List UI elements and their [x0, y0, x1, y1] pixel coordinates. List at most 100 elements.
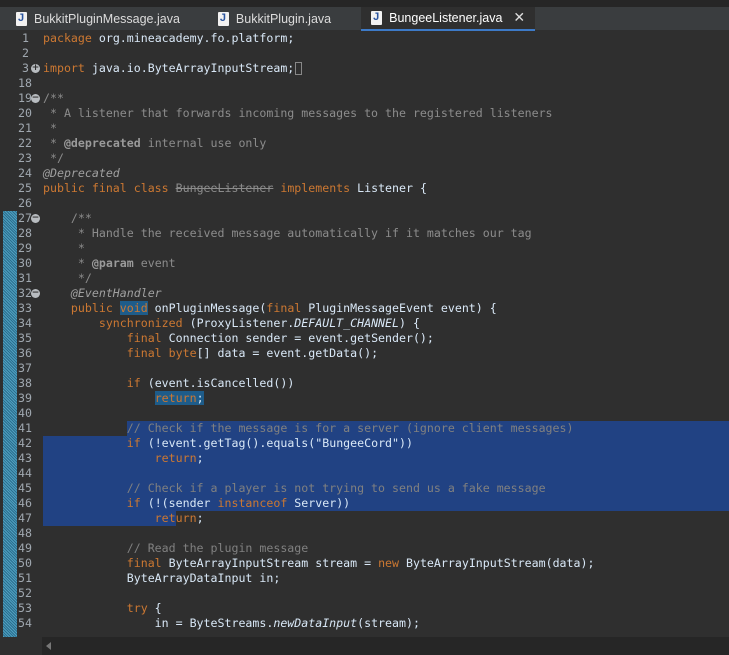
- code-token: newDataInput: [273, 616, 358, 630]
- code-line[interactable]: 30 * @param event: [0, 256, 729, 271]
- code-line[interactable]: 1 package org.mineacademy.fo.platform;: [0, 31, 729, 46]
- code-line[interactable]: 50 final ByteArrayInputStream stream = n…: [0, 556, 729, 571]
- code-line[interactable]: 27− /**: [0, 211, 729, 226]
- code-line[interactable]: 53 try {: [0, 601, 729, 616]
- close-tab-icon[interactable]: ✕: [513, 10, 525, 26]
- code-text: *: [43, 241, 85, 256]
- code-line[interactable]: 21 *: [0, 121, 729, 136]
- code-line[interactable]: 38 if (event.isCancelled()): [0, 376, 729, 391]
- code-line[interactable]: 23 */: [0, 151, 729, 166]
- code-line[interactable]: 44: [0, 466, 729, 481]
- editor-tab-bar: BukkitPluginMessage.java BukkitPlugin.ja…: [0, 7, 729, 31]
- code-line[interactable]: 52: [0, 586, 729, 601]
- code-line[interactable]: 39 return;: [0, 391, 729, 406]
- code-token: *: [43, 136, 64, 150]
- tab-label: BukkitPlugin.java: [235, 12, 332, 26]
- code-line[interactable]: 29 *: [0, 241, 729, 256]
- line-number: 31: [18, 271, 32, 285]
- line-number: 49: [18, 541, 32, 555]
- code-token: *: [43, 256, 92, 270]
- code-token: *: [43, 121, 57, 135]
- code-line[interactable]: 24 @Deprecated: [0, 166, 729, 181]
- code-token: java.io.ByteArrayInputStream;: [84, 61, 295, 75]
- code-line[interactable]: 36 final byte[] data = event.getData();: [0, 346, 729, 361]
- line-number: 22: [18, 136, 32, 150]
- tab-bungeelistener[interactable]: BungeeListener.java ✕: [361, 7, 536, 31]
- code-token: implements: [273, 181, 358, 195]
- code-line[interactable]: 20 * A listener that forwards incoming m…: [0, 106, 729, 121]
- line-number: 53: [18, 601, 32, 615]
- code-line[interactable]: 35 final Connection sender = event.getSe…: [0, 331, 729, 346]
- code-token: Connection sender = event.getSender();: [161, 331, 434, 345]
- line-number: 20: [18, 106, 32, 120]
- code-line[interactable]: 34 synchronized (ProxyListener.DEFAULT_C…: [0, 316, 729, 331]
- code-line[interactable]: 37: [0, 361, 729, 376]
- line-number: 54: [18, 616, 32, 630]
- code-line[interactable]: 3 + import java.io.ByteArrayInputStream;: [0, 61, 729, 76]
- line-number: 45: [18, 481, 32, 495]
- code-line[interactable]: 54 in = ByteStreams.newDataInput(stream)…: [0, 616, 729, 631]
- code-line[interactable]: 33 public void onPluginMessage(final Plu…: [0, 301, 729, 316]
- code-token: final: [43, 556, 162, 570]
- code-token: ;: [196, 511, 204, 525]
- code-text: ByteArrayDataInput in;: [43, 571, 281, 586]
- line-number: 50: [18, 556, 32, 570]
- code-token: instanceof: [217, 496, 288, 510]
- code-line[interactable]: 46 if (!(sender instanceof Server)): [0, 496, 729, 511]
- line-number: 33: [18, 301, 32, 315]
- code-token: @EventHandler: [43, 286, 162, 300]
- code-token: BungeeListener: [175, 181, 274, 195]
- code-token: {: [147, 601, 162, 615]
- code-token: // Read the plugin message: [43, 541, 309, 555]
- code-line[interactable]: 42 if (!event.getTag().equals("BungeeCor…: [0, 436, 729, 451]
- code-token: in = ByteStreams.: [43, 616, 274, 630]
- code-text: if (!event.getTag().equals("BungeeCord")…: [43, 436, 413, 451]
- code-line[interactable]: 2: [0, 46, 729, 61]
- line-number: 47: [18, 511, 32, 525]
- code-line[interactable]: 51 ByteArrayDataInput in;: [0, 571, 729, 586]
- code-token: final: [43, 331, 162, 345]
- line-number: 48: [18, 526, 32, 540]
- collapse-fold-icon[interactable]: −: [31, 289, 40, 298]
- code-editor[interactable]: 1 package org.mineacademy.fo.platform; 2 3 +…: [0, 31, 729, 637]
- code-token: new: [378, 556, 400, 570]
- code-line[interactable]: 26: [0, 196, 729, 211]
- horizontal-scrollbar[interactable]: [42, 637, 729, 655]
- code-line[interactable]: 18: [0, 76, 729, 91]
- code-token: (!(sender: [140, 496, 218, 510]
- collapse-fold-icon[interactable]: −: [31, 214, 40, 223]
- code-line[interactable]: 28 * Handle the received message automat…: [0, 226, 729, 241]
- code-line[interactable]: 25 public final class BungeeListener impl…: [0, 181, 729, 196]
- code-line[interactable]: 32− @EventHandler: [0, 286, 729, 301]
- code-token: ) {: [399, 316, 420, 330]
- code-line[interactable]: 49 // Read the plugin message: [0, 541, 729, 556]
- code-text: /**: [43, 91, 64, 106]
- code-line[interactable]: 22 * @deprecated internal use only: [0, 136, 729, 151]
- folded-imports-box[interactable]: [295, 62, 303, 75]
- code-line[interactable]: 41 // Check if the message is for a serv…: [0, 421, 729, 436]
- code-line[interactable]: 40: [0, 406, 729, 421]
- code-line[interactable]: 45 // Check if a player is not trying to…: [0, 481, 729, 496]
- code-text: // Check if a player is not trying to se…: [43, 481, 546, 496]
- tab-bukkitplugin[interactable]: BukkitPlugin.java: [208, 7, 341, 31]
- code-text: /**: [43, 211, 92, 226]
- code-line[interactable]: 48: [0, 526, 729, 541]
- collapse-fold-icon[interactable]: −: [31, 94, 40, 103]
- line-number: 38: [18, 376, 32, 390]
- code-token: return: [43, 511, 197, 525]
- code-token: */: [43, 151, 64, 165]
- java-file-icon: [16, 12, 27, 26]
- line-number: 44: [18, 466, 32, 480]
- scroll-left-arrow-icon[interactable]: [46, 642, 51, 650]
- code-line[interactable]: 31 */: [0, 271, 729, 286]
- code-text: @Deprecated: [43, 166, 120, 181]
- expand-fold-icon[interactable]: +: [31, 64, 40, 73]
- code-line[interactable]: 47 return;: [0, 511, 729, 526]
- tab-label: BungeeListener.java: [389, 11, 503, 25]
- code-token: ByteArrayInputStream(data);: [399, 556, 595, 570]
- code-line[interactable]: 43 return;: [0, 451, 729, 466]
- code-line[interactable]: 19−/**: [0, 91, 729, 106]
- tab-bukkitpluginmessage[interactable]: BukkitPluginMessage.java: [6, 7, 190, 31]
- code-text: if (!(sender instanceof Server)): [43, 496, 350, 511]
